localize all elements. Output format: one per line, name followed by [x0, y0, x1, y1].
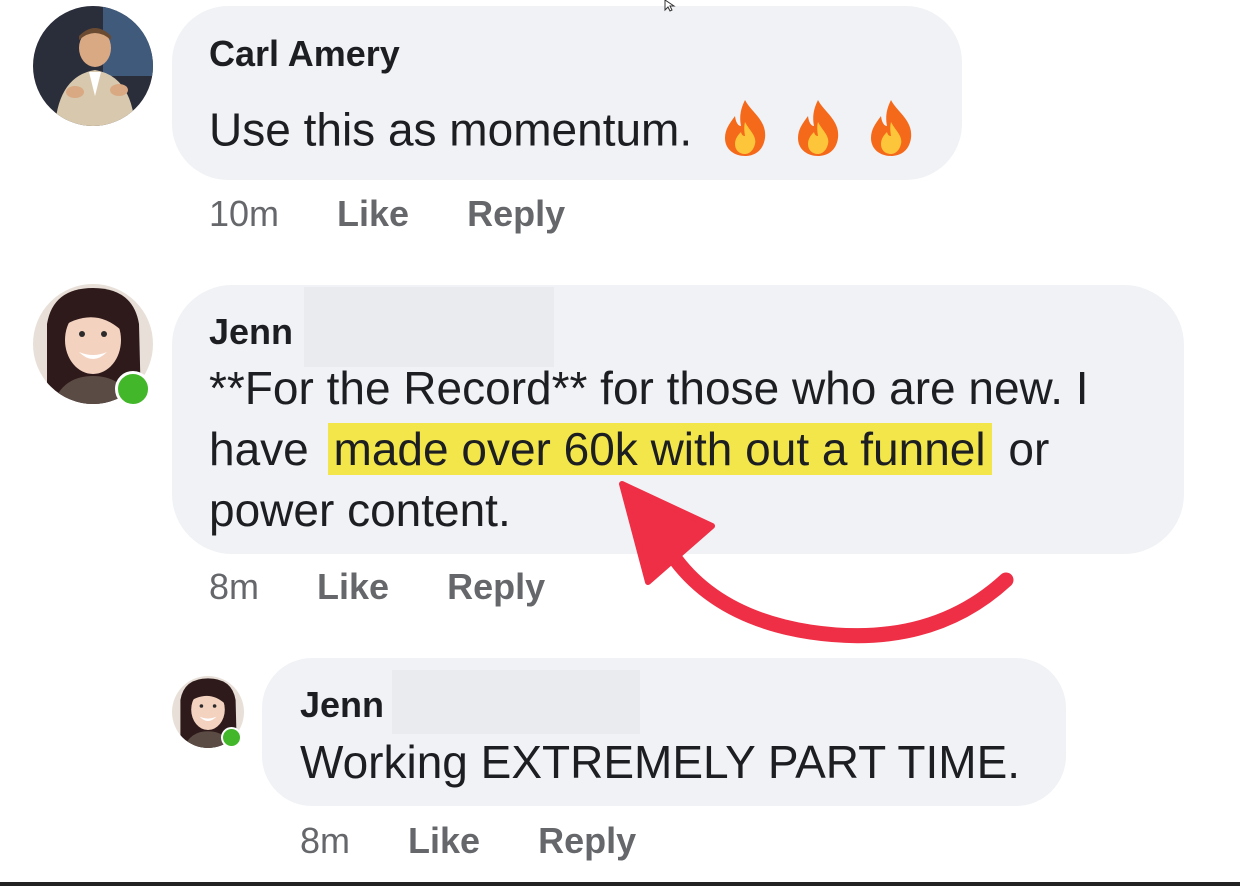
mouse-cursor-icon [664, 0, 676, 12]
comment-timestamp[interactable]: 8m [209, 566, 259, 607]
comment-actions: 10m Like Reply [209, 193, 565, 235]
like-button[interactable]: Like [408, 820, 480, 861]
fire-icon [790, 98, 846, 169]
reply-author-name[interactable]: Jenn [300, 684, 384, 726]
like-button[interactable]: Like [317, 566, 389, 607]
reply-button[interactable]: Reply [447, 566, 545, 607]
like-button[interactable]: Like [337, 193, 409, 234]
reply-actions: 8m Like Reply [300, 820, 636, 862]
reply-timestamp[interactable]: 8m [300, 820, 350, 861]
comment-actions: 8m Like Reply [209, 566, 545, 608]
comment-text-segment: have [209, 423, 309, 475]
fire-icon [863, 98, 919, 169]
comment-author-name[interactable]: Carl Amery [209, 33, 400, 75]
comment-text-segment: or [1008, 423, 1050, 475]
comment-text-line: power content. [209, 484, 511, 536]
comment-text-content: Use this as momentum. [209, 103, 693, 156]
fire-icon [717, 98, 773, 169]
comment-timestamp[interactable]: 10m [209, 193, 279, 234]
redacted-surname [304, 287, 554, 367]
highlighted-text: made over 60k with out a funnel [327, 423, 992, 475]
comment-text-line: have made over 60k with out a funnel or [209, 422, 1049, 476]
redacted-surname [392, 670, 640, 734]
reply-button[interactable]: Reply [538, 820, 636, 861]
reply-text: Working EXTREMELY PART TIME. [300, 736, 1021, 788]
online-status-indicator [115, 371, 151, 407]
comment-text: Use this as momentum. [209, 98, 919, 169]
comment-author-name[interactable]: Jenn [209, 311, 293, 353]
bottom-divider [0, 882, 1240, 886]
avatar-carl-amery[interactable] [33, 6, 153, 126]
online-status-indicator [221, 727, 242, 748]
comment-text-line: **For the Record** for those who are new… [209, 362, 1089, 414]
reply-button[interactable]: Reply [467, 193, 565, 234]
